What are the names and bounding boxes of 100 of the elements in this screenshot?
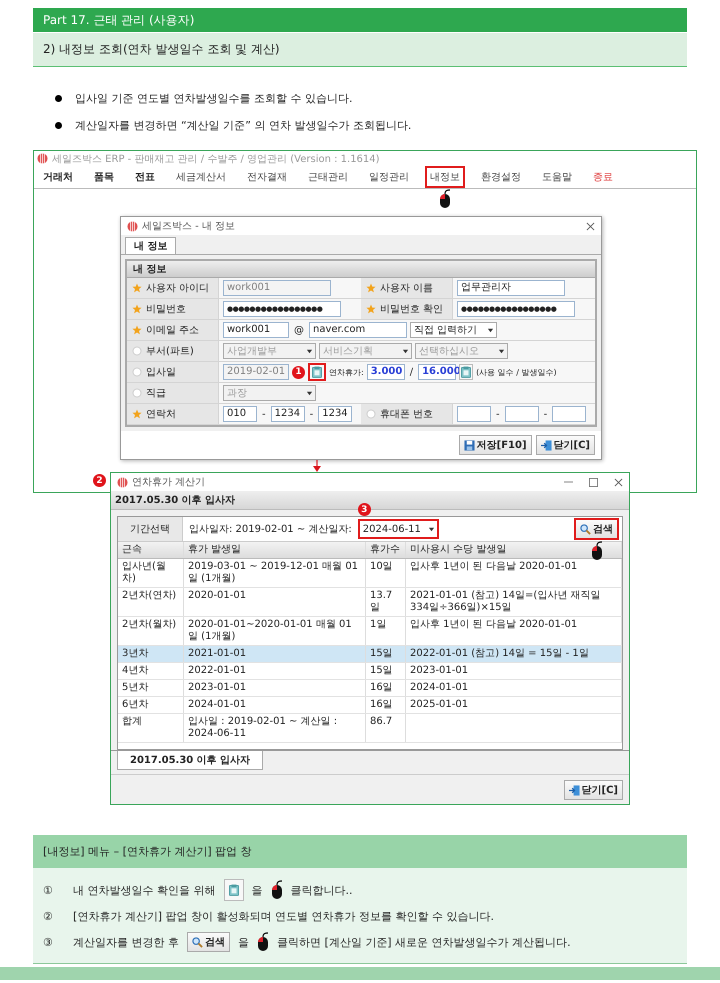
- step-text: 클릭하면 [계산일 기준] 새로운 연차발생일수가 계산됩니다.: [277, 934, 571, 950]
- table-row[interactable]: 2년차(연차) 2020-01-01 13.7일 2021-01-01 (참고) 14일=(입사년 재직일334일÷366일)×15일: [118, 588, 622, 617]
- menu-item[interactable]: 도움말: [537, 166, 577, 188]
- table-row[interactable]: 3년차 2021-01-01 15일 2022-01-01 (참고) 14일 = 15일 - 1일: [118, 646, 622, 663]
- field-label: 부서(파트): [146, 345, 194, 358]
- step-text: 을: [238, 934, 249, 950]
- field-label: 연락처: [146, 408, 176, 421]
- table-cell: 2020-01-01~2020-01-01 매월 01일 (1개월): [184, 617, 366, 645]
- menu-item[interactable]: 일정관리: [364, 166, 414, 188]
- field-label: 휴대폰 번호: [380, 408, 434, 421]
- table-cell: 5년차: [118, 680, 184, 696]
- window-title: 세일즈박스 ERP - 판매재고 관리 / 수발주 / 영업관리 (Version : 1.1614): [52, 152, 380, 166]
- input-field[interactable]: 2019-02-01: [223, 364, 289, 380]
- step-text: 클릭합니다..: [290, 882, 352, 898]
- maximize-icon[interactable]: [589, 478, 598, 486]
- dropdown[interactable]: 2024-06-11: [358, 519, 439, 539]
- menu-item[interactable]: 전표: [130, 166, 160, 188]
- close-button[interactable]: 닫기[C]: [536, 435, 595, 455]
- input-field[interactable]: [504, 406, 539, 422]
- menu-item[interactable]: 근태관리: [303, 166, 353, 188]
- table-cell: 2021-01-01: [184, 646, 366, 662]
- step-number: ②: [43, 910, 54, 922]
- input-field[interactable]: 3.000: [366, 364, 405, 380]
- input-field[interactable]: 1234: [318, 406, 352, 422]
- column-header: 근속: [118, 542, 184, 558]
- bullet-text: 입사일 기준 연도별 연차발생일수를 조회할 수 있습니다.: [75, 90, 352, 106]
- section-title: 2) 내정보 조회(연차 발생일수 조회 및 계산): [33, 33, 687, 67]
- callout-badge: 1: [292, 366, 305, 378]
- field-label: 사용자 아이디: [146, 282, 210, 295]
- calendar-icon: [228, 884, 238, 896]
- mouse-icon: [439, 189, 451, 209]
- step-text: 을: [252, 882, 262, 898]
- search-icon: [580, 524, 591, 534]
- input-field[interactable]: work001: [223, 322, 289, 338]
- field-label: 이메일 주소: [146, 324, 200, 337]
- input-field[interactable]: naver.com: [309, 322, 407, 338]
- group-title: 내 정보: [127, 261, 595, 278]
- menu-item[interactable]: 품목: [89, 166, 119, 188]
- tab[interactable]: 2017.05.30 이후 입사자: [117, 751, 264, 770]
- guide-title: [내정보] 메뉴 – [연차휴가 계산기] 팝업 창: [33, 835, 687, 868]
- caret-icon: [428, 526, 435, 532]
- dropdown[interactable]: 직접 입력하기: [410, 322, 497, 338]
- table-cell: 2025-01-01: [406, 697, 622, 713]
- table-cell: 16일: [366, 680, 406, 696]
- table-cell: 입사년(월차): [118, 559, 184, 587]
- period-text: 입사일자: 2019-02-01 ~ 계산일자:: [189, 523, 352, 536]
- close-icon[interactable]: [614, 478, 623, 486]
- table-cell: 15일: [366, 663, 406, 679]
- separator: -: [308, 408, 314, 420]
- exit-icon: [568, 784, 580, 796]
- floppy-icon: [464, 440, 475, 450]
- table-row[interactable]: 5년차 2023-01-01 16일 2024-01-01: [118, 680, 622, 697]
- input-field[interactable]: 010: [223, 406, 257, 422]
- search-button[interactable]: 검색: [574, 518, 619, 540]
- menu-item[interactable]: 종료: [588, 166, 618, 188]
- table-cell: 15일: [366, 646, 406, 662]
- menu-item[interactable]: 내정보: [425, 166, 465, 188]
- connector-arrow: [313, 460, 321, 472]
- table-row[interactable]: 합계 입사일 : 2019-02-01 ~ 계산일 : 2024-06-11 86.7: [118, 714, 622, 743]
- table-cell: 4년차: [118, 663, 184, 679]
- menu-item[interactable]: 세금계산서: [171, 166, 231, 188]
- field-label: 사용자 이름: [380, 282, 434, 295]
- tab[interactable]: 내 정보: [125, 237, 176, 254]
- input-field[interactable]: [457, 406, 491, 422]
- input-field[interactable]: 16.000: [418, 364, 456, 380]
- save-button[interactable]: 저장[F10]: [458, 435, 532, 455]
- field-label: 기간선택: [118, 517, 183, 541]
- input-field[interactable]: [552, 406, 586, 422]
- calendar-button[interactable]: [459, 364, 474, 380]
- table-row[interactable]: 입사년(월차) 2019-03-01 ~ 2019-12-01 매월 01일 (1개월) 10일 입사후 1년이 된 다음날 2020-01-01: [118, 559, 622, 588]
- table-cell: 2022-01-01: [184, 663, 366, 679]
- minimize-icon[interactable]: [564, 481, 573, 483]
- table-cell: 2020-01-01: [184, 588, 366, 616]
- caret-icon: [487, 326, 494, 334]
- separator: -: [542, 408, 548, 420]
- leave-label: 연차휴가:: [329, 366, 364, 378]
- table-cell: 13.7일: [366, 588, 406, 616]
- part-title: Part 17. 근태 관리 (사용자): [33, 8, 687, 32]
- menu-item[interactable]: 거래처: [38, 166, 78, 188]
- bullet-text: 계산일자를 변경하면 “계산일 기준” 의 연차 발생일수가 조회됩니다.: [75, 118, 412, 132]
- table-row[interactable]: 4년차 2022-01-01 15일 2023-01-01: [118, 663, 622, 680]
- input-field[interactable]: 업무관리자: [457, 280, 565, 296]
- table-row[interactable]: 6년차 2024-01-01 16일 2025-01-01: [118, 697, 622, 714]
- table-cell: 2021-01-01 (참고) 14일=(입사년 재직일334일÷366일)×15일: [406, 588, 622, 616]
- menu-item[interactable]: 환경설정: [476, 166, 526, 188]
- window-title: 세일즈박스 - 내 정보: [142, 220, 236, 233]
- field-label: 비밀번호 확인: [380, 303, 444, 316]
- field-label: 비밀번호: [146, 303, 186, 316]
- table-cell: 2019-03-01 ~ 2019-12-01 매월 01일 (1개월): [184, 559, 366, 587]
- close-icon[interactable]: [586, 222, 595, 230]
- calendar-button[interactable]: [308, 363, 326, 381]
- menu-item[interactable]: 전자결재: [242, 166, 292, 188]
- input-field[interactable]: 1234: [270, 406, 305, 422]
- caret-icon: [498, 348, 505, 354]
- slash: /: [408, 366, 414, 378]
- app-logo-icon: [117, 476, 128, 488]
- close-button[interactable]: 닫기[C]: [564, 780, 623, 800]
- table-cell: 2024-01-01: [184, 697, 366, 713]
- app-logo-icon: [37, 153, 48, 164]
- step-number: ③: [43, 936, 54, 948]
